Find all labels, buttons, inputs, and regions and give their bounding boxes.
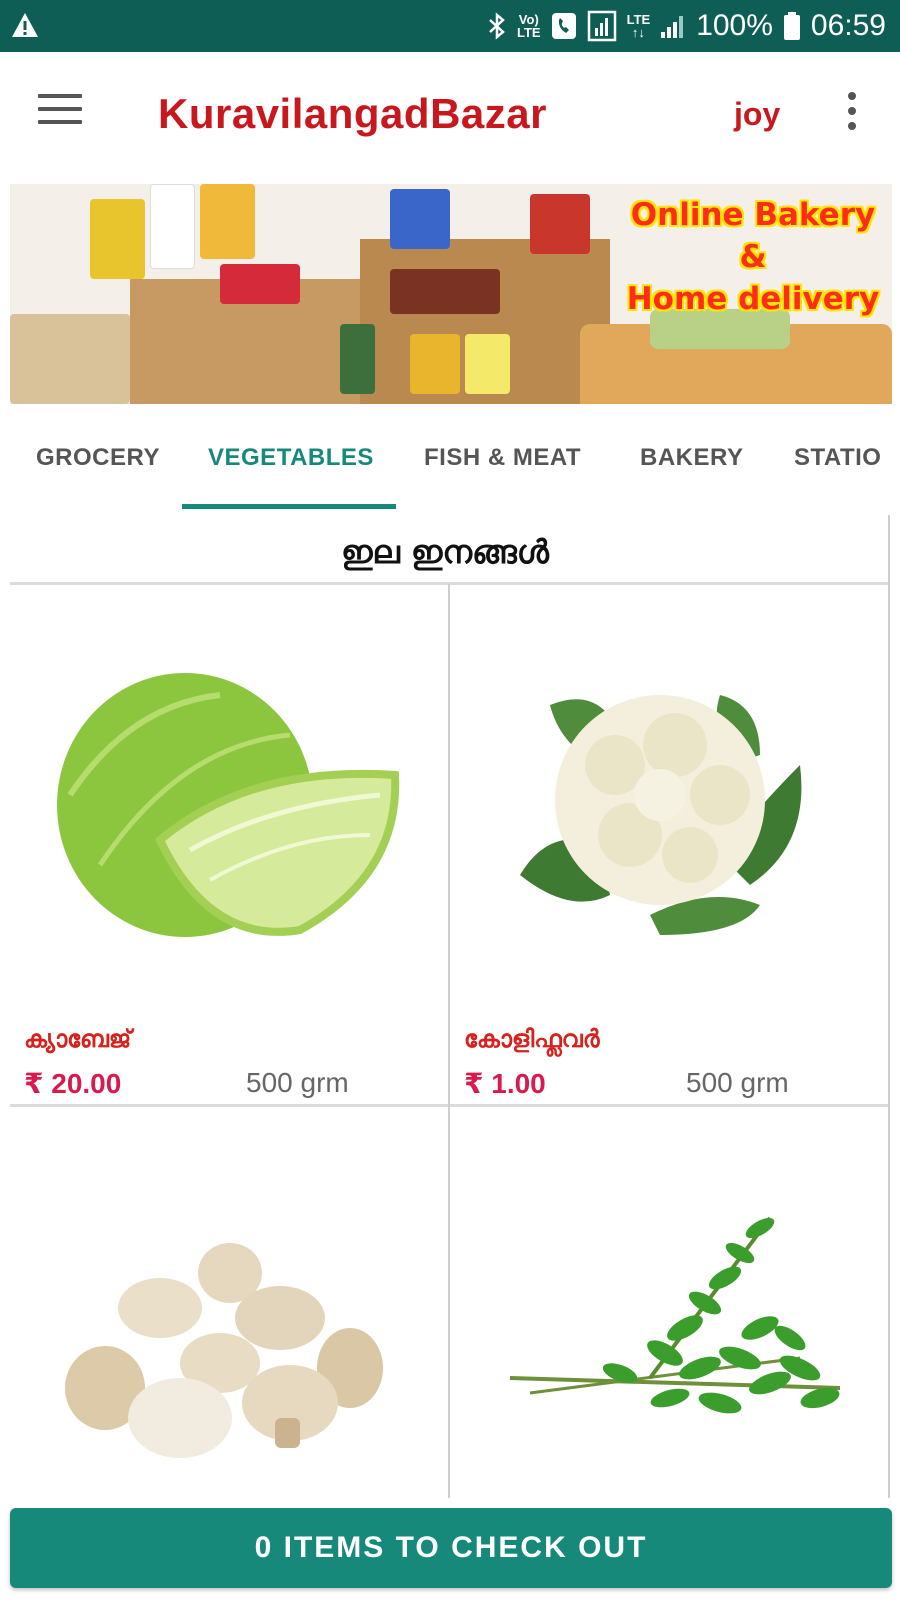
tab-grocery[interactable]: GROCERY — [36, 444, 160, 472]
jar-graphic — [410, 334, 460, 394]
milk-bottle-graphic — [150, 184, 195, 269]
promo-banner[interactable]: Online Bakery & Home delivery — [10, 184, 892, 404]
product-card[interactable] — [10, 1108, 448, 1500]
jar-graphic — [340, 324, 375, 394]
tab-bakery[interactable]: BAKERY — [640, 444, 743, 472]
cauliflower-image — [520, 695, 802, 935]
checkout-button[interactable]: 0 ITEMS TO CHECK OUT — [10, 1508, 892, 1588]
biscuit-pack-graphic — [390, 269, 500, 314]
package-graphic — [530, 194, 590, 254]
product-price: ₹ 20.00 — [24, 1068, 122, 1099]
curry-leaves-image — [509, 1216, 841, 1414]
signal-icon — [661, 16, 684, 38]
product-card[interactable]: കോളിഫ്ലവർ ₹ 1.00 500 grm — [450, 585, 888, 1103]
more-vert-icon[interactable] — [840, 92, 864, 136]
tab-vegetables[interactable]: VEGETABLES — [208, 444, 374, 472]
battery-icon — [783, 12, 800, 40]
warning-icon — [12, 13, 38, 37]
section-title: ഇല ഇനങ്ങൾ — [341, 533, 549, 571]
product-card[interactable]: ക്യാബേജ് ₹ 20.00 500 grm — [10, 585, 448, 1103]
package-graphic — [200, 184, 255, 259]
package-graphic — [390, 189, 450, 249]
banner-promo-text: Online Bakery & Home delivery — [626, 197, 880, 317]
bread-graphic — [10, 314, 130, 404]
mushroom-image — [65, 1243, 383, 1458]
user-name[interactable]: joy — [734, 96, 780, 133]
product-unit: 500 grm — [686, 1067, 789, 1098]
battery-percent: 100% — [696, 9, 773, 42]
hamburger-menu-icon[interactable] — [38, 94, 82, 130]
product-unit: 500 grm — [246, 1067, 349, 1098]
active-tab-indicator — [182, 504, 396, 509]
bluetooth-icon — [489, 12, 505, 40]
phone-app-icon — [551, 13, 576, 39]
package-graphic — [90, 199, 145, 279]
tab-stationery[interactable]: STATIO — [794, 444, 881, 472]
app-title: KuravilangadBazar — [158, 90, 547, 137]
lte-indicator: LTE ↑↓ — [626, 12, 651, 40]
product-name: കോളിഫ്ലവർ — [464, 1025, 600, 1053]
clock: 06:59 — [810, 9, 886, 42]
category-tabs: GROCERY VEGETABLES FISH & MEAT BAKERY ST… — [0, 412, 900, 510]
tab-fish-meat[interactable]: FISH & MEAT — [424, 444, 581, 472]
product-price: ₹ 1.00 — [464, 1068, 546, 1099]
package-graphic — [220, 264, 300, 304]
app-bar: KuravilangadBazar joy — [0, 52, 900, 172]
sim-card-icon — [587, 10, 616, 42]
volte-indicator: Vo) LTE — [517, 12, 541, 40]
product-card[interactable] — [450, 1108, 888, 1500]
status-bar: Vo) LTE LTE ↑↓ 100% 06:59 — [0, 0, 900, 52]
cabbage-image — [57, 673, 400, 937]
package-graphic — [465, 334, 510, 394]
product-name: ക്യാബേജ് — [24, 1025, 132, 1053]
